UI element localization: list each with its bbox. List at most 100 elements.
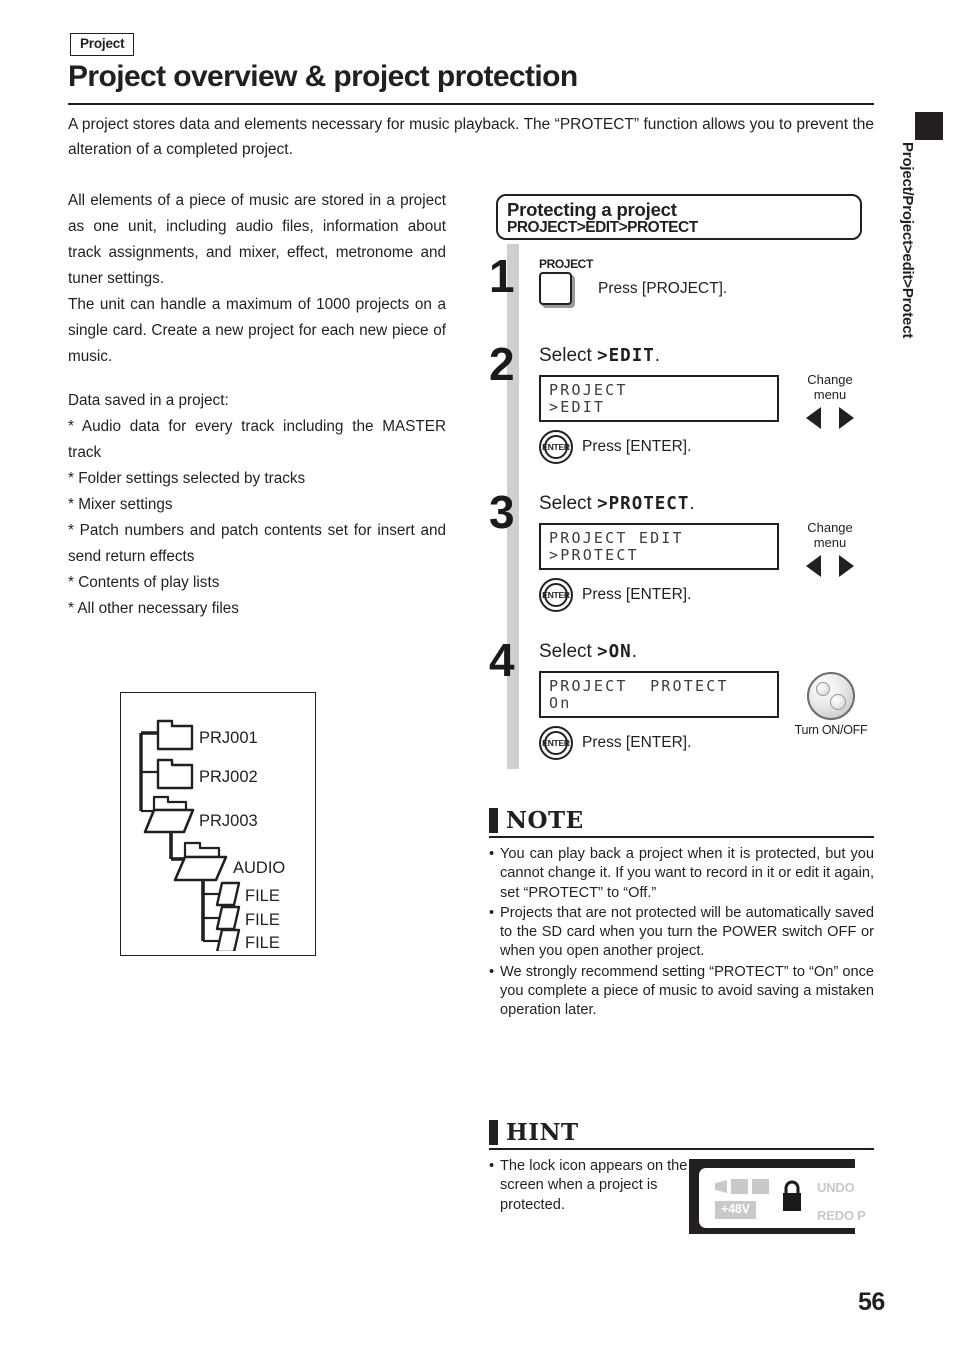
enter-button-label: ENTER — [542, 737, 570, 748]
enter-button-icon[interactable]: ENTER — [539, 725, 573, 760]
bullet-dot: • — [489, 904, 495, 921]
enter-button-label: ENTER — [542, 589, 570, 600]
step-instruction: Press [ENTER]. — [582, 437, 692, 455]
list-item: * Mixer settings — [68, 496, 173, 513]
arrow-right-icon[interactable] — [839, 406, 854, 429]
lcd-line-2: >PROTECT — [549, 546, 639, 565]
lcd-line-2: >EDIT — [549, 398, 606, 417]
project-folder-tree-diagram: PRJ001 PRJ002 PRJ003 AUDIO FILE FILE FIL… — [120, 692, 316, 956]
left-paragraph-1: All elements of a piece of music are sto… — [68, 192, 446, 287]
data-saved-list: * Audio data for every track including t… — [68, 414, 446, 622]
note-item-text: We strongly recommend setting “PROTECT” … — [500, 963, 874, 1019]
procedure-menu-path: PROJECT>EDIT>PROTECT — [507, 219, 698, 237]
step-instruction: Press [ENTER]. — [582, 733, 692, 751]
change-menu-line-2: menu — [813, 387, 847, 403]
section-tag: Project — [70, 33, 135, 56]
select-prefix: Select — [539, 493, 598, 514]
note-callout: NOTE • You can play back a project when … — [489, 808, 874, 1021]
step-select-line: Select >ON. — [539, 642, 779, 662]
bullet-dot: • — [489, 1158, 495, 1174]
select-prefix: Select — [539, 345, 598, 366]
data-saved-heading: Data saved in a project: — [68, 392, 229, 409]
arrow-left-icon[interactable] — [806, 554, 821, 577]
left-column: All elements of a piece of music are sto… — [68, 188, 446, 622]
change-menu-hint-3: Change menu — [789, 520, 871, 577]
margin-marker-block — [915, 112, 943, 140]
dial-caption: Turn ON/OFF — [794, 723, 868, 737]
tree-node-label: FILE — [245, 934, 280, 951]
list-item: • You can play back a project when it is… — [489, 845, 874, 903]
arrow-right-icon[interactable] — [839, 554, 854, 577]
note-item-text: Projects that are not protected will be … — [500, 904, 874, 960]
step-number: 4 — [489, 634, 515, 686]
bullet-dot: • — [489, 846, 495, 862]
procedure-header: Protecting a project PROJECT>EDIT>PROTEC… — [496, 194, 862, 240]
step-select-line: Select >PROTECT. — [539, 494, 779, 514]
redo-label: REDO P — [817, 1208, 866, 1223]
project-button-caption: PROJECT — [539, 257, 593, 271]
note-item-text: You can play back a project when it is p… — [500, 846, 874, 901]
list-item: • The lock icon appears on the screen wh… — [489, 1157, 689, 1215]
step-number: 1 — [489, 250, 515, 302]
bullet-dot: • — [489, 963, 495, 980]
enter-button-icon[interactable]: ENTER — [539, 577, 573, 612]
lcd-line-2: On — [549, 694, 572, 713]
lcd-line-1: PROJECT — [549, 380, 628, 399]
lcd-display: PROJECT >EDIT — [539, 374, 779, 422]
enter-button-icon[interactable]: ENTER — [539, 429, 573, 464]
list-item: * Audio data for every track including t… — [68, 418, 446, 461]
left-paragraph-2: The unit can handle a maximum of 1000 pr… — [68, 296, 446, 365]
hint-callout: HINT • The lock icon appears on the scre… — [489, 1120, 874, 1234]
list-item: * Folder settings selected by tracks — [68, 470, 306, 487]
tree-node-label: AUDIO — [233, 859, 285, 877]
rotary-dial-icon[interactable] — [807, 672, 855, 720]
list-item: * All other necessary files — [68, 600, 239, 617]
lcd-screenshot-surface: +48V UNDO REDO P — [699, 1168, 866, 1228]
list-item: * Patch numbers and patch contents set f… — [68, 522, 446, 565]
hint-divider — [489, 1148, 874, 1150]
tree-node-label: FILE — [245, 887, 280, 905]
margin-tab-label: Project/Project>edit>Protect — [899, 142, 916, 339]
select-prefix: Select — [539, 641, 598, 662]
hint-title: HINT — [506, 1119, 579, 1146]
tree-node-label: PRJ003 — [199, 812, 258, 830]
change-menu-line-1: Change — [807, 520, 853, 535]
enter-button-label: ENTER — [542, 441, 570, 452]
lcd-screenshot-lock: +48V UNDO REDO P — [689, 1159, 866, 1234]
page-title: Project overview & project protection — [68, 60, 578, 93]
meter-segment-icon — [752, 1179, 769, 1194]
change-menu-hint-2: Change menu — [789, 372, 871, 429]
step-number: 2 — [489, 338, 515, 390]
margin-section-tab: Project/Project>edit>Protect — [899, 142, 927, 622]
arrow-left-icon[interactable] — [806, 406, 821, 429]
procedure-title: Protecting a project — [507, 199, 677, 220]
phantom-power-badge: +48V — [715, 1201, 756, 1219]
change-menu-line-2: menu — [813, 535, 847, 551]
note-title: NOTE — [506, 807, 584, 834]
step-instruction: Press [PROJECT]. — [598, 279, 728, 297]
page-number: 56 — [858, 1288, 885, 1316]
undo-label: UNDO — [817, 1180, 855, 1195]
note-list: • You can play back a project when it is… — [489, 845, 874, 1020]
select-suffix: . — [654, 345, 661, 366]
lock-icon — [781, 1179, 803, 1213]
lcd-line-1: PROJECT EDIT — [549, 528, 684, 547]
lcd-display: PROJECT PROTECT On — [539, 670, 779, 718]
hint-accent-bar — [489, 1120, 498, 1145]
project-button-icon[interactable] — [539, 272, 572, 305]
select-value: >EDIT — [597, 346, 655, 366]
tree-node-label: PRJ001 — [199, 729, 258, 747]
select-suffix: . — [689, 493, 695, 514]
tree-node-label: PRJ002 — [199, 768, 258, 786]
meter-segment-icon — [731, 1179, 748, 1194]
dial-control-hint: Turn ON/OFF — [789, 672, 873, 737]
title-divider — [68, 103, 874, 105]
tree-node-label: FILE — [245, 911, 280, 929]
hint-text-block: • The lock icon appears on the screen wh… — [489, 1157, 689, 1216]
list-item: • Projects that are not protected will b… — [489, 904, 874, 962]
list-item: • We strongly recommend setting “PROTECT… — [489, 963, 874, 1021]
level-meter-segments — [715, 1179, 769, 1194]
select-value: >ON — [597, 642, 632, 662]
step-instruction: Press [ENTER]. — [582, 585, 692, 603]
step-select-line: Select >EDIT. — [539, 346, 779, 366]
